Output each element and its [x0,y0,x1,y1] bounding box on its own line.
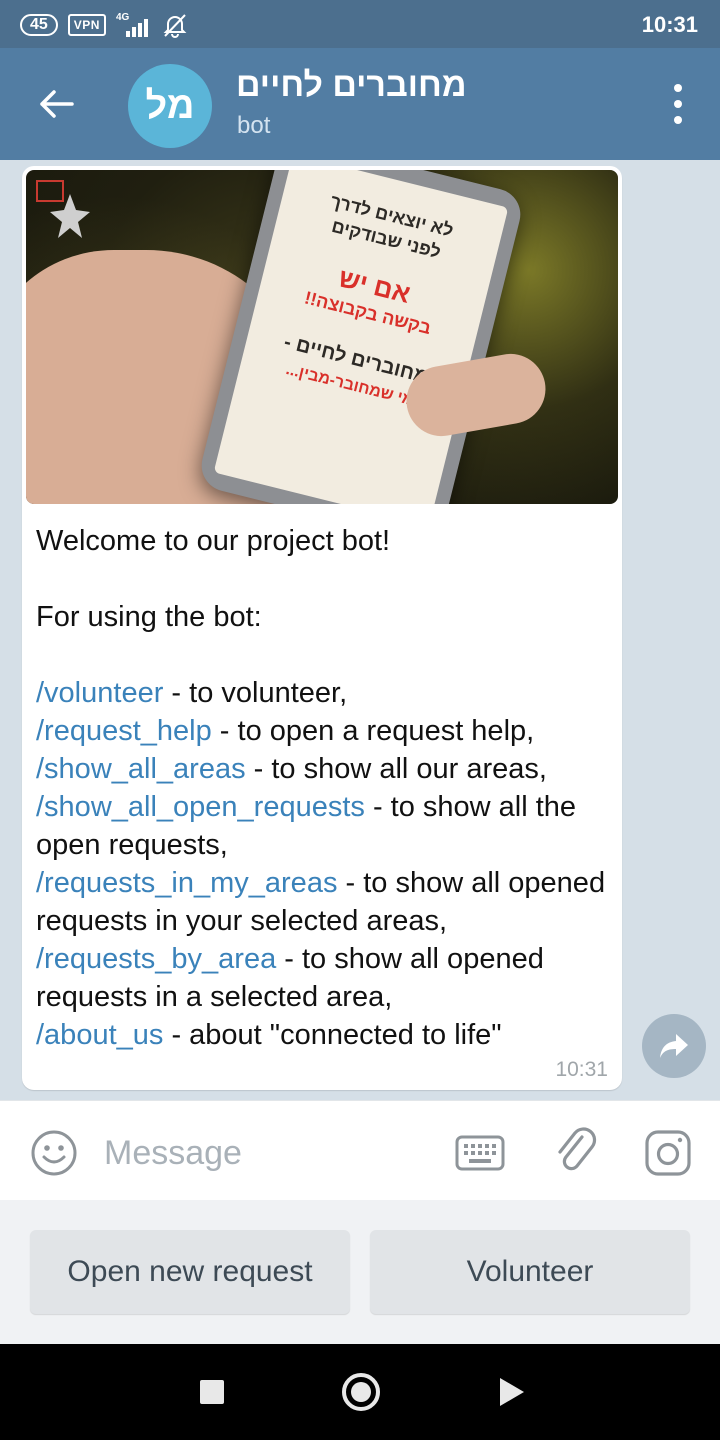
command-description: - to volunteer, [163,677,348,709]
keyboard-icon [455,1135,505,1171]
camera-icon [645,1130,691,1176]
nav-square-icon[interactable] [200,1380,224,1404]
paperclip-icon [558,1127,597,1171]
command-link[interactable]: /show_all_areas [36,753,246,785]
more-vertical-icon[interactable] [666,84,690,124]
attach-button[interactable] [552,1125,600,1177]
command-description: - to open a request help, [211,715,535,747]
command-line: /about_us - about "connected to life" [36,1016,612,1054]
command-link[interactable]: /request_help [36,715,212,747]
emoji-icon [31,1130,77,1176]
share-arrow-icon [660,1034,688,1058]
chat-header: מל מחוברים לחיים bot [0,48,720,160]
command-description: - to show all our areas, [245,753,547,785]
open-new-request-button[interactable]: Open new request [30,1230,350,1314]
message-image[interactable]: לא יוצאים לדרך לפני שבודקים אם יש בקשה ב… [26,170,618,504]
emoji-button[interactable] [30,1129,78,1177]
keyboard-button[interactable] [454,1129,506,1177]
arrow-back-icon [40,90,74,118]
command-link[interactable]: /volunteer [36,677,163,709]
battery-indicator: 45 [20,14,58,36]
command-line: /request_help - to open a request help, [36,712,612,750]
vpn-indicator: VPN [67,14,106,36]
volunteer-button[interactable]: Volunteer [370,1230,690,1314]
system-navigation-bar [0,1344,720,1440]
clock: 10:31 [641,12,698,37]
command-line: /requests_by_area - to show all opened r… [36,940,612,1016]
signal-icon: 4G [116,12,152,37]
project-logo [36,180,94,270]
command-line: /requests_in_my_areas - to show all open… [36,864,612,940]
bot-keyboard: Open new request Volunteer [0,1200,720,1344]
share-button[interactable] [642,1014,706,1078]
welcome-text: Welcome to our project bot! [36,525,391,557]
command-line: /show_all_open_requests - to show all th… [36,788,612,864]
message-text: Welcome to our project bot! For using th… [36,522,612,1054]
status-bar: 45 VPN 4G 10:31 [0,0,720,48]
nav-back-triangle-icon[interactable] [500,1378,524,1406]
camera-button[interactable] [644,1129,692,1177]
chat-area[interactable]: לא יוצאים לדרך לפני שבודקים אם יש בקשה ב… [0,160,720,1100]
nav-home-icon[interactable] [342,1373,380,1411]
avatar[interactable]: מל [128,64,212,148]
command-link[interactable]: /requests_in_my_areas [36,867,337,899]
chat-subtitle: bot [237,112,271,139]
command-line: /show_all_areas - to show all our areas, [36,750,612,788]
message-bubble[interactable]: לא יוצאים לדרך לפני שבודקים אם יש בקשה ב… [22,166,622,1090]
battery-level: 45 [30,16,48,33]
command-link[interactable]: /show_all_open_requests [36,791,365,823]
message-time: 10:31 [555,1058,608,1081]
back-button[interactable] [30,78,82,130]
command-line: /volunteer - to volunteer, [36,674,612,712]
message-input-bar [0,1100,720,1200]
message-input[interactable] [104,1131,424,1175]
command-link[interactable]: /about_us [36,1019,163,1051]
chat-title[interactable]: מחוברים לחיים [236,66,467,105]
command-description: - about "connected to life" [163,1019,502,1051]
mute-icon [163,14,187,38]
command-link[interactable]: /requests_by_area [36,943,276,975]
usage-text: For using the bot: [36,601,262,633]
